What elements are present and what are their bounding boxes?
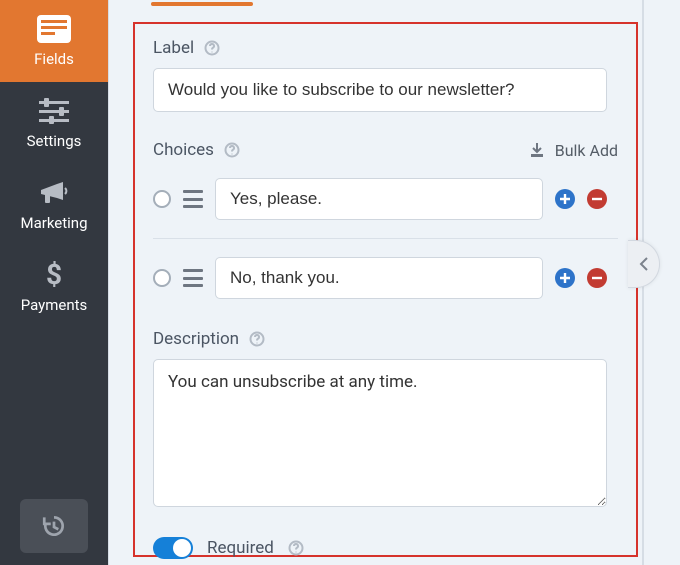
history-button[interactable]: [20, 499, 88, 553]
fields-icon: [36, 14, 72, 44]
bulk-add-button[interactable]: Bulk Add: [529, 141, 618, 160]
choice-default-radio[interactable]: [153, 190, 171, 208]
required-toggle[interactable]: [153, 537, 193, 559]
main-panel: Label Choices Bulk Add: [108, 0, 680, 565]
choice-row: [153, 174, 618, 224]
sidebar-item-settings[interactable]: Settings: [0, 82, 108, 164]
sidebar-item-label: Payments: [21, 296, 88, 314]
sidebar-item-marketing[interactable]: Marketing: [0, 164, 108, 246]
choices-section-title: Choices: [153, 140, 240, 160]
plus-icon: [559, 193, 571, 205]
section-title-text: Choices: [153, 140, 214, 160]
sidebar-item-payments[interactable]: $ Payments: [0, 246, 108, 328]
label-section-title: Label: [153, 38, 618, 58]
remove-choice-button[interactable]: [587, 268, 607, 288]
download-icon: [529, 142, 545, 158]
help-icon[interactable]: [249, 331, 265, 347]
label-input[interactable]: [153, 68, 607, 112]
choice-separator: [153, 238, 618, 239]
collapse-panel-button[interactable]: [628, 240, 660, 288]
plus-icon: [559, 272, 571, 284]
choice-row: [153, 253, 618, 303]
add-choice-button[interactable]: [555, 268, 575, 288]
description-textarea[interactable]: [153, 359, 607, 507]
history-icon: [41, 513, 67, 539]
sidebar-item-label: Marketing: [20, 214, 87, 232]
minus-icon: [591, 193, 603, 205]
active-tab-indicator: [151, 2, 253, 6]
add-choice-button[interactable]: [555, 189, 575, 209]
sidebar-item-label: Settings: [27, 132, 82, 150]
description-section-title: Description: [153, 329, 618, 349]
bulk-add-label: Bulk Add: [555, 141, 618, 160]
choice-input[interactable]: [215, 178, 543, 220]
choice-input[interactable]: [215, 257, 543, 299]
bullhorn-icon: [36, 178, 72, 208]
sidebar: Fields Settings Marketing $ Payments: [0, 0, 108, 565]
drag-handle-icon[interactable]: [183, 269, 203, 287]
chevron-left-icon: [637, 255, 651, 273]
help-icon[interactable]: [204, 40, 220, 56]
help-icon[interactable]: [288, 540, 304, 556]
minus-icon: [591, 272, 603, 284]
help-icon[interactable]: [224, 142, 240, 158]
choice-default-radio[interactable]: [153, 269, 171, 287]
field-options-panel: Label Choices Bulk Add: [133, 22, 638, 557]
svg-text:$: $: [46, 260, 62, 290]
remove-choice-button[interactable]: [587, 189, 607, 209]
sidebar-item-fields[interactable]: Fields: [0, 0, 108, 82]
dollar-icon: $: [36, 260, 72, 290]
drag-handle-icon[interactable]: [183, 190, 203, 208]
sliders-icon: [36, 96, 72, 126]
required-label: Required: [207, 538, 274, 558]
sidebar-item-label: Fields: [34, 50, 74, 68]
section-title-text: Label: [153, 38, 194, 58]
section-title-text: Description: [153, 329, 239, 349]
